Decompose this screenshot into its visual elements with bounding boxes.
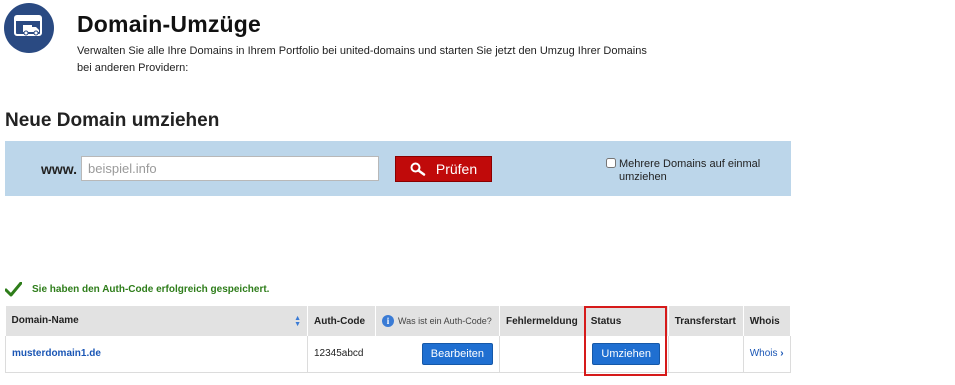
whois-link-label: Whois (749, 348, 778, 360)
status-cell: Umziehen (583, 336, 669, 373)
column-header-whois: Whois (743, 306, 792, 336)
domain-link[interactable]: musterdomain1.de (12, 348, 101, 359)
domain-cell: musterdomain1.de (5, 336, 308, 373)
column-header-domain-label: Domain-Name (11, 314, 79, 326)
check-button[interactable]: Prüfen (395, 156, 492, 182)
authcode-hint-link[interactable]: Was ist ein Auth-Code? (398, 316, 492, 326)
column-header-authcode-hint[interactable]: i Was ist ein Auth-Code? (375, 306, 500, 336)
multi-domain-checkbox[interactable] (606, 158, 616, 168)
info-icon[interactable]: i (382, 315, 394, 327)
table-header-row: Domain-Name ▲ ▼ Auth-Code i Was ist ein Au… (5, 306, 792, 336)
edit-authcode-button[interactable]: Bearbeiten (421, 342, 493, 365)
error-cell (499, 336, 585, 373)
page-description: Verwalten Sie alle Ihre Domains in Ihrem… (77, 45, 647, 74)
success-message-text: Sie haben den Auth-Code erfolgreich gesp… (32, 284, 270, 295)
column-header-status: Status (584, 306, 669, 336)
section-title: Neue Domain umziehen (5, 110, 220, 131)
column-header-domain[interactable]: Domain-Name ▲ ▼ (5, 306, 308, 336)
page-title: Domain-Umzüge (77, 11, 262, 37)
check-button-label: Prüfen (435, 161, 478, 177)
domain-search-panel: www. Prüfen Mehrere Domains auf einmal u… (5, 141, 791, 196)
column-header-error: Fehlermeldung (499, 306, 585, 336)
whois-cell: Whois › (742, 336, 792, 373)
column-header-transferstart: Transferstart (668, 306, 744, 336)
www-prefix-label: www. (41, 161, 78, 177)
success-message: Sie haben den Auth-Code erfolgreich gesp… (5, 282, 269, 297)
truck-transfer-icon (14, 15, 42, 36)
column-header-authcode: Auth-Code (307, 306, 376, 336)
chevron-right-icon: › (780, 348, 784, 360)
multi-domain-label: Mehrere Domains auf einmal umziehen (619, 158, 761, 183)
table-row: musterdomain1.de 12345abcd Bearbeiten Um… (5, 336, 792, 373)
search-icon (410, 162, 426, 176)
whois-link[interactable]: Whois › (750, 348, 784, 359)
sort-icon[interactable]: ▲ ▼ (294, 315, 301, 328)
transferstart-cell (667, 336, 744, 373)
transfer-button[interactable]: Umziehen (592, 342, 660, 365)
domain-transfer-icon (4, 3, 54, 53)
domain-transfer-table: Domain-Name ▲ ▼ Auth-Code i Was ist ein Au… (5, 306, 792, 373)
domain-input[interactable] (81, 156, 379, 181)
checkmark-icon (5, 282, 22, 297)
authcode-cell: 12345abcd (307, 336, 376, 373)
authcode-edit-cell: Bearbeiten (375, 336, 500, 373)
